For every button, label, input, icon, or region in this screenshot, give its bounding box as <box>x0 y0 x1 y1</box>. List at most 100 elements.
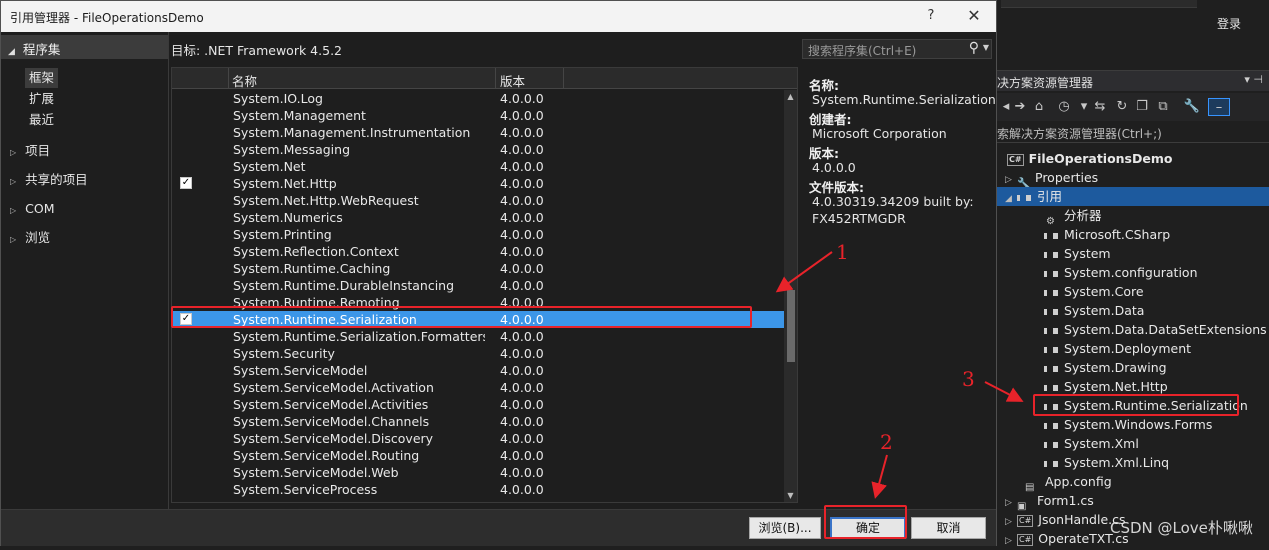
tree-item-reference[interactable]: System.Deployment <box>1044 339 1191 358</box>
reference-icon <box>1044 289 1058 296</box>
chevron-down-icon[interactable]: ◢ <box>8 47 15 57</box>
assembly-version: 4.0.0.0 <box>500 380 544 395</box>
tree-item-reference[interactable]: System.Core <box>1044 282 1144 301</box>
tree-item-reference[interactable]: System.Data <box>1044 301 1144 320</box>
tree-item-reference[interactable]: System.Xml <box>1044 434 1139 453</box>
collapse-all-icon[interactable]: ❐ <box>1133 98 1151 116</box>
browse-button[interactable]: 浏览(B)... <box>749 517 821 539</box>
cancel-button[interactable]: 取消 <box>911 517 986 539</box>
tree-item-references[interactable]: ◢ 引用 <box>997 187 1269 206</box>
help-icon[interactable]: ? <box>923 5 939 27</box>
login-link[interactable]: 登录 <box>1217 15 1241 32</box>
tree-item-form1[interactable]: ▷ ▣ Form1.cs <box>1005 491 1094 512</box>
refresh-icon[interactable]: ↻ <box>1113 98 1131 116</box>
assembly-row[interactable]: System.IO.Log 4.0.0.0 <box>172 90 784 107</box>
assembly-row[interactable]: System.ServiceModel.Activities 4.0.0.0 <box>172 396 784 413</box>
tree-item-analyzers[interactable]: ⚙ 分析器 <box>1046 206 1102 227</box>
nav-recent[interactable]: 最近 <box>25 110 58 130</box>
column-divider[interactable] <box>495 68 496 89</box>
column-header-version[interactable]: 版本 <box>500 71 525 90</box>
checkbox[interactable]: ✓ <box>180 177 192 189</box>
nav-extensions[interactable]: 扩展 <box>25 89 58 109</box>
tree-item-reference[interactable]: System.Data.DataSetExtensions <box>1044 320 1267 339</box>
assembly-row[interactable]: System.ServiceModel.Channels 4.0.0.0 <box>172 413 784 430</box>
dialog-titlebar[interactable]: 引用管理器 - FileOperationsDemo ? ✕ <box>1 1 996 32</box>
scroll-up-icon[interactable]: ▲ <box>784 90 797 104</box>
home-icon[interactable]: ⌂ <box>1030 98 1048 116</box>
assembly-row[interactable]: System.ServiceModel.Activation 4.0.0.0 <box>172 379 784 396</box>
assembly-row[interactable]: System.Messaging 4.0.0.0 <box>172 141 784 158</box>
column-header-name[interactable]: 名称 <box>232 71 257 90</box>
assembly-grid: 名称 版本 System.IO.Log 4.0.0.0 System.Managem… <box>171 67 798 503</box>
pin-icon[interactable]: ▾ ⊣ <box>1244 73 1263 86</box>
scroll-down-icon[interactable]: ▼ <box>784 489 797 502</box>
assembly-row[interactable]: System.Management 4.0.0.0 <box>172 107 784 124</box>
chevron-right-icon[interactable]: ▷ <box>10 235 16 244</box>
tree-item-reference[interactable]: System.Drawing <box>1044 358 1167 377</box>
forward-icon[interactable]: ➔ <box>1011 98 1029 116</box>
assembly-row[interactable]: System.ServiceModel 4.0.0.0 <box>172 362 784 379</box>
assembly-row[interactable]: System.Net.Http.WebRequest 4.0.0.0 <box>172 192 784 209</box>
tree-item-label: System.Windows.Forms <box>1064 417 1213 432</box>
nav-projects-label: 项目 <box>25 143 51 158</box>
assembly-row[interactable]: System.Runtime.DurableInstancing 4.0.0.0 <box>172 277 784 294</box>
assembly-row[interactable]: ✓ System.Net.Http 4.0.0.0 <box>172 175 784 192</box>
background-dropdown[interactable] <box>1001 0 1197 8</box>
chevron-right-icon[interactable]: ▷ <box>1005 532 1017 550</box>
nav-projects[interactable]: ▷ 项目 <box>10 141 50 161</box>
reference-icon <box>1044 422 1058 429</box>
solution-name: FileOperationsDemo <box>1028 151 1173 166</box>
tree-item-reference[interactable]: System.Xml.Linq <box>1044 453 1169 472</box>
tree-item-properties[interactable]: ▷ 🔧 Properties <box>1005 168 1098 190</box>
nav-browse-label: 浏览 <box>25 230 51 245</box>
assembly-row[interactable]: System.ServiceModel.Web 4.0.0.0 <box>172 464 784 481</box>
nav-shared-projects[interactable]: ▷ 共享的项目 <box>10 170 88 190</box>
tree-item-reference[interactable]: System.Windows.Forms <box>1044 415 1212 434</box>
column-divider[interactable] <box>228 68 229 89</box>
assembly-row[interactable]: System.Printing 4.0.0.0 <box>172 226 784 243</box>
assembly-row[interactable]: System.Net 4.0.0.0 <box>172 158 784 175</box>
chevron-down-icon[interactable]: ◢ <box>1005 190 1017 209</box>
nav-browse[interactable]: ▷ 浏览 <box>10 228 50 248</box>
nav-com[interactable]: ▷ COM <box>10 199 55 219</box>
chevron-right-icon[interactable]: ▷ <box>10 177 16 186</box>
preview-toggle-icon[interactable]: – <box>1208 98 1230 116</box>
chevron-down-icon[interactable]: ▼ <box>983 43 989 52</box>
tree-item-jsonhandle[interactable]: ▷ C# JsonHandle.cs <box>1005 510 1126 529</box>
nav-framework[interactable]: 框架 <box>25 68 59 88</box>
close-icon[interactable]: ✕ <box>963 5 985 27</box>
scroll-thumb[interactable] <box>787 290 795 362</box>
assembly-row[interactable]: System.Numerics 4.0.0.0 <box>172 209 784 226</box>
chevron-right-icon[interactable]: ▷ <box>10 148 16 157</box>
assembly-row[interactable]: System.ServiceProcess 4.0.0.0 <box>172 481 784 498</box>
assembly-row[interactable]: System.Management.Instrumentation 4.0.0.0 <box>172 124 784 141</box>
history-icon[interactable]: ◷ <box>1055 98 1073 116</box>
nav-assemblies[interactable]: ◢ 程序集 <box>1 35 168 59</box>
tree-item-app-config[interactable]: ▤ App.config <box>1025 472 1112 493</box>
reference-icon <box>1044 365 1058 372</box>
solution-explorer-search[interactable]: 索解决方案资源管理器(Ctrl+;) <box>997 123 1269 143</box>
solution-node[interactable]: C# FileOperationsDemo <box>1007 149 1172 168</box>
tree-item-reference[interactable]: System <box>1044 244 1111 263</box>
assembly-search-input[interactable]: 搜索程序集(Ctrl+E) ⚲ ▼ <box>802 39 992 59</box>
tree-item-reference[interactable]: System.configuration <box>1044 263 1198 282</box>
grid-scrollbar[interactable]: ▲ ▼ <box>784 90 797 502</box>
chevron-right-icon[interactable]: ▷ <box>10 206 16 215</box>
watermark: CSDN @Love朴啾啾 <box>1110 519 1253 537</box>
column-divider[interactable] <box>563 68 564 89</box>
assembly-row[interactable]: System.Runtime.Caching 4.0.0.0 <box>172 260 784 277</box>
assembly-row[interactable]: System.ServiceModel.Routing 4.0.0.0 <box>172 447 784 464</box>
reference-manager-dialog: 引用管理器 - FileOperationsDemo ? ✕ ◢ 程序集 框架 扩… <box>0 0 997 546</box>
search-icon[interactable]: ⚲ <box>969 40 979 56</box>
assembly-row[interactable]: System.Runtime.Serialization.Formatters.… <box>172 328 784 345</box>
assembly-row[interactable]: System.ServiceModel.Discovery 4.0.0.0 <box>172 430 784 447</box>
tree-item-reference[interactable]: Microsoft.CSharp <box>1044 225 1170 244</box>
assembly-row[interactable]: System.Reflection.Context 4.0.0.0 <box>172 243 784 260</box>
assembly-row[interactable]: System.Security 4.0.0.0 <box>172 345 784 362</box>
assembly-name: System.Printing <box>233 227 332 242</box>
show-all-files-icon[interactable]: ⧉ <box>1154 98 1172 116</box>
sync-icon[interactable]: ⇆ <box>1091 98 1109 116</box>
properties-wrench-icon[interactable]: 🔧 <box>1183 98 1201 116</box>
tree-item-label: 分析器 <box>1064 208 1102 223</box>
search-placeholder: 搜索程序集(Ctrl+E) <box>808 44 917 58</box>
